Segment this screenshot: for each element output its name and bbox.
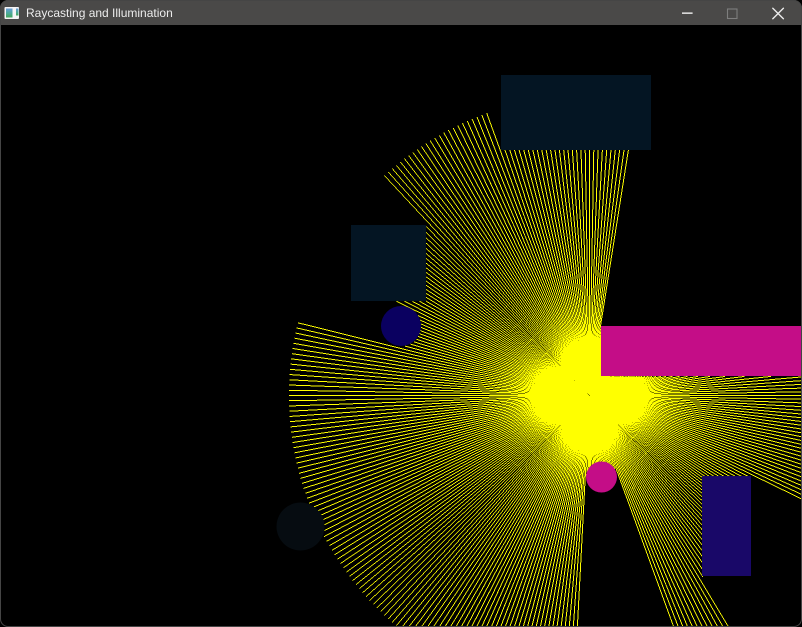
svg-text:Raycasting and Illumination: Raycasting and Illumination	[26, 6, 173, 20]
